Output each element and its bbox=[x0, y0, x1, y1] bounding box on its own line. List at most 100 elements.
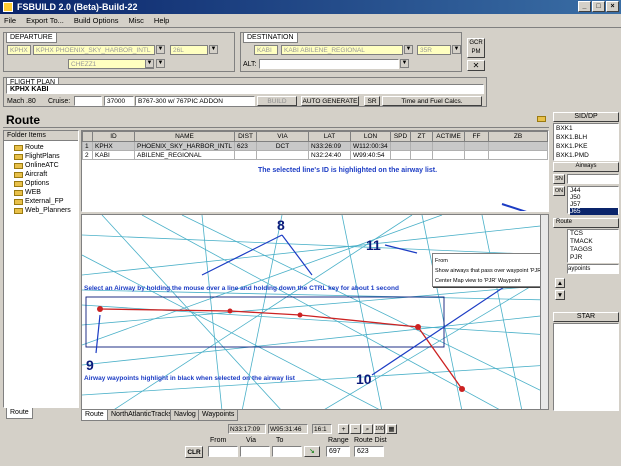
destination-icao-field[interactable]: KABI bbox=[254, 45, 278, 55]
folder-item-onlineatc[interactable]: OnlineATC bbox=[14, 161, 78, 170]
annotation-number-8: 8 bbox=[277, 217, 285, 233]
menu-build-options[interactable]: Build Options bbox=[74, 16, 119, 25]
minimize-button[interactable]: _ bbox=[578, 1, 591, 12]
chevron-down-icon[interactable]: ▼ bbox=[156, 45, 165, 54]
menu-help[interactable]: Help bbox=[154, 16, 169, 25]
folder-item-flightplans[interactable]: FlightPlans bbox=[14, 152, 78, 161]
cruise-altitude-field[interactable] bbox=[74, 96, 102, 106]
sid-list[interactable]: BXK1 BXK1.BLH BXK1.PKE BXK1.PMD bbox=[553, 123, 619, 161]
chevron-down-icon[interactable]: ▼ bbox=[209, 45, 218, 54]
list-item[interactable]: BXK1.PKE bbox=[556, 142, 618, 151]
latitude-readout: N33:17:09 bbox=[228, 424, 266, 434]
to-field[interactable] bbox=[272, 446, 302, 457]
auto-generate-button[interactable]: AUTO GENERATE bbox=[301, 96, 359, 106]
tab-waypoints[interactable]: Waypoints bbox=[198, 410, 239, 421]
tab-north-atlantic-tracks[interactable]: NorthAtlanticTracks bbox=[107, 410, 176, 421]
folder-icon bbox=[14, 207, 23, 214]
arrow-up-icon[interactable]: ▲ bbox=[555, 278, 565, 288]
column-header[interactable]: DIST bbox=[234, 131, 258, 142]
chevron-down-icon[interactable]: ▼ bbox=[156, 59, 165, 68]
table-row[interactable]: 2 KABI ABILENE_REGIONAL N32:24:40 W99:40… bbox=[82, 150, 548, 160]
clr-button[interactable]: CLR bbox=[185, 446, 203, 458]
folder-item-aircraft[interactable]: Aircraft bbox=[14, 170, 78, 179]
folder-item-route[interactable]: Route bbox=[14, 143, 78, 152]
list-item[interactable]: J65 bbox=[570, 208, 618, 215]
zoom-in-icon[interactable]: + bbox=[338, 424, 349, 434]
close-icon[interactable]: ✕ bbox=[467, 60, 485, 71]
column-header[interactable]: NAME bbox=[133, 131, 236, 142]
chevron-down-icon[interactable]: ▼ bbox=[145, 59, 154, 68]
column-header[interactable]: VIA bbox=[256, 131, 310, 142]
map-view[interactable]: 8 9 10 11 Select an Airway by holding th… bbox=[81, 214, 549, 410]
zoom-out-icon[interactable]: − bbox=[350, 424, 361, 434]
chevron-down-icon[interactable]: ▼ bbox=[404, 45, 413, 54]
departure-airport-field[interactable]: KPHX PHOENIX_SKY_HARBOR_INTL bbox=[33, 45, 155, 55]
column-header[interactable]: ID bbox=[92, 131, 135, 142]
vertical-scrollbar[interactable] bbox=[540, 215, 548, 409]
menu-misc[interactable]: Misc bbox=[129, 16, 144, 25]
column-header[interactable]: ZT bbox=[410, 131, 434, 142]
maximize-button[interactable]: □ bbox=[592, 1, 605, 12]
context-menu-item-from[interactable]: From bbox=[435, 256, 545, 266]
alternate-field[interactable] bbox=[259, 59, 399, 69]
on-button[interactable]: ON bbox=[553, 186, 565, 196]
airways-list[interactable]: J44 J50 J57 J65 bbox=[567, 186, 619, 215]
tab-folder-route[interactable]: Route bbox=[6, 408, 33, 419]
star-list[interactable] bbox=[553, 323, 619, 411]
menu-file[interactable]: File bbox=[4, 16, 16, 25]
route-string-field[interactable]: KPHX KABI bbox=[6, 84, 484, 94]
from-field[interactable] bbox=[208, 446, 238, 457]
magnify-icon[interactable]: ⌕ bbox=[362, 424, 373, 434]
chevron-down-icon[interactable]: ▼ bbox=[452, 45, 461, 54]
scroll-arrow-icon bbox=[501, 203, 528, 211]
folder-icon[interactable] bbox=[537, 116, 546, 122]
list-item[interactable]: TCS bbox=[570, 230, 618, 238]
list-item[interactable]: BXK1.PMD bbox=[556, 151, 618, 160]
chevron-down-icon[interactable]: ▼ bbox=[400, 59, 409, 68]
tab-route[interactable]: Route bbox=[81, 410, 108, 421]
sr-button[interactable]: SR bbox=[364, 96, 380, 106]
arrow-down-icon[interactable]: ▼ bbox=[555, 290, 565, 300]
sn-button[interactable]: SN bbox=[553, 174, 565, 184]
aircraft-field[interactable]: B767-300 w/ 767PIC ADDON bbox=[135, 96, 255, 106]
list-item[interactable]: TMACK bbox=[570, 238, 618, 246]
sid-field[interactable]: CHEZZ1 bbox=[68, 59, 154, 69]
zoom-100-icon[interactable]: 100 bbox=[374, 424, 385, 434]
column-header[interactable]: ACTIME bbox=[432, 131, 466, 142]
column-header[interactable]: FF bbox=[464, 131, 490, 142]
menu-export[interactable]: Export To... bbox=[26, 16, 64, 25]
list-item[interactable]: J50 bbox=[570, 194, 618, 201]
gcr-pm-button[interactable]: GCR PM bbox=[467, 38, 485, 58]
context-menu-item-show-airways[interactable]: Show airways that pass over waypoint 'PJ… bbox=[435, 266, 545, 276]
tab-navlog[interactable]: Navlog bbox=[170, 410, 200, 421]
list-item[interactable]: PJR bbox=[570, 254, 618, 262]
context-menu-item-center-map[interactable]: Center Map view to 'PJR' Waypoint bbox=[435, 276, 545, 286]
build-button[interactable]: BUILD bbox=[257, 96, 297, 106]
folder-item-external-fp[interactable]: External_FP bbox=[14, 197, 78, 206]
airway-filter-field[interactable] bbox=[567, 174, 619, 184]
list-item[interactable]: J44 bbox=[570, 187, 618, 194]
list-item[interactable]: J57 bbox=[570, 201, 618, 208]
destination-airport-field[interactable]: KABI ABILENE_REGIONAL bbox=[281, 45, 403, 55]
departure-runway-field[interactable]: 26L bbox=[170, 45, 208, 55]
column-header[interactable]: ZB bbox=[488, 131, 548, 142]
destination-runway-field[interactable]: 35R bbox=[417, 45, 451, 55]
close-button[interactable]: × bbox=[606, 1, 619, 12]
column-header[interactable]: LAT bbox=[308, 131, 352, 142]
list-item[interactable]: TAGGS bbox=[570, 246, 618, 254]
departure-icao-field[interactable]: KPHX bbox=[7, 45, 31, 55]
folder-item-web-planners[interactable]: Web_Planners bbox=[14, 206, 78, 215]
folder-item-web[interactable]: WEB bbox=[14, 188, 78, 197]
via-field[interactable] bbox=[240, 446, 270, 457]
route-arrow-icon[interactable]: ↘ bbox=[304, 446, 320, 457]
grid-icon[interactable]: ▦ bbox=[386, 424, 397, 434]
table-row[interactable]: 1 KPHX PHOENIX_SKY_HARBOR_INTL 623 DCT N… bbox=[82, 141, 548, 151]
list-item[interactable]: BXK1 bbox=[556, 124, 618, 133]
cruise-value-field[interactable]: 37000 bbox=[104, 96, 134, 106]
column-header[interactable]: LON bbox=[350, 131, 392, 142]
list-item[interactable]: BXK1.BLH bbox=[556, 133, 618, 142]
time-fuel-button[interactable]: Time and Fuel Calcs. bbox=[382, 96, 482, 106]
column-header[interactable]: SPD bbox=[390, 131, 412, 142]
folder-item-options[interactable]: Options bbox=[14, 179, 78, 188]
route-waypoint-list[interactable]: TCS TMACK TAGGS PJR bbox=[567, 229, 619, 263]
